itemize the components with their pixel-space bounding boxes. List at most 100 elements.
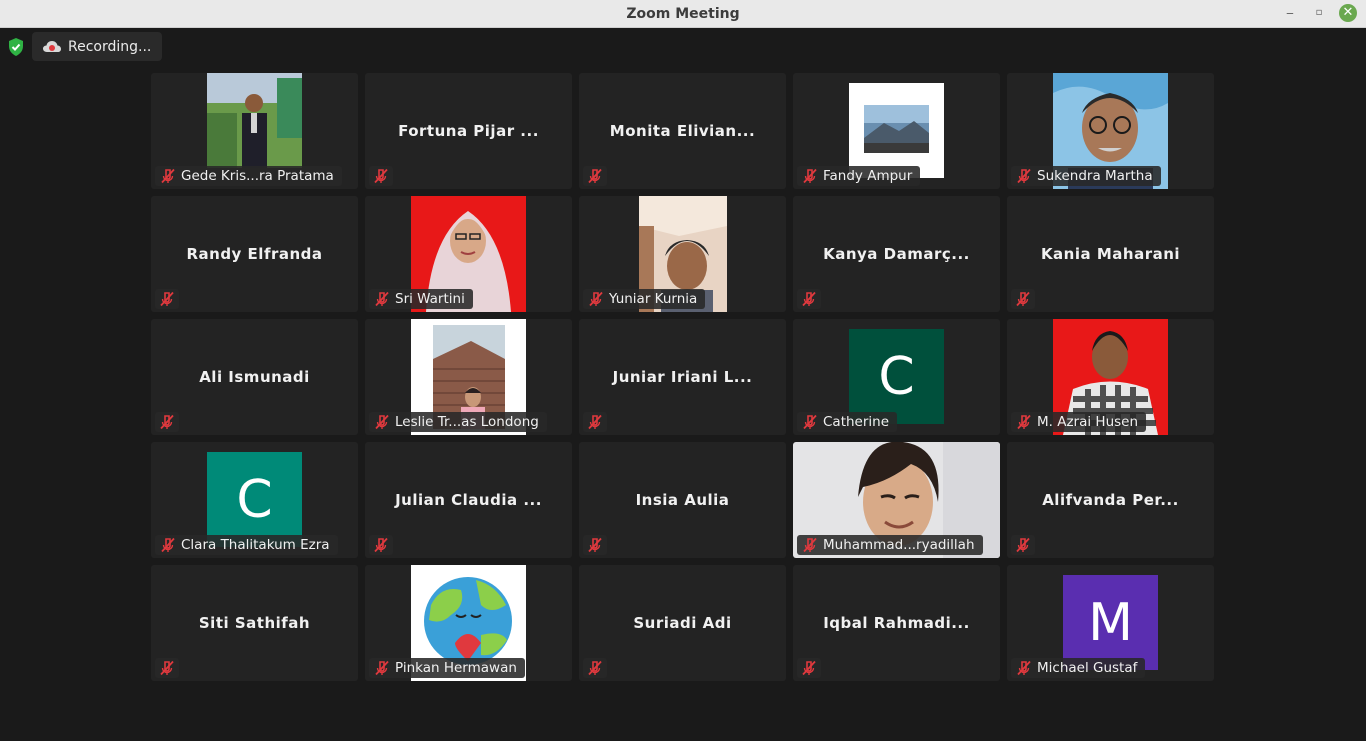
- participant-name: Yuniar Kurnia: [609, 291, 698, 307]
- muted-microphone-icon: [588, 414, 602, 430]
- participant-name: Sukendra Martha: [1037, 168, 1153, 184]
- muted-microphone-icon: [589, 291, 603, 307]
- muted-microphone-icon: [802, 291, 816, 307]
- participant-tile[interactable]: Muhammad...ryadillah: [793, 442, 1000, 558]
- participant-name-bar: Sri Wartini: [369, 289, 473, 309]
- participant-tile[interactable]: Ali Ismunadi: [151, 319, 358, 435]
- muted-microphone-icon: [1017, 660, 1031, 676]
- mute-status: [1011, 289, 1035, 309]
- participant-name-bar: Pinkan Hermawan: [369, 658, 525, 678]
- participant-name-bar: Michael Gustaf: [1011, 658, 1146, 678]
- participant-tile[interactable]: Alifvanda Per...: [1007, 442, 1214, 558]
- security-shield-icon[interactable]: [6, 37, 26, 57]
- muted-microphone-icon: [803, 168, 817, 184]
- participant-name: Kanya Damarç...: [823, 245, 970, 263]
- title-bar: Zoom Meeting ‒ ▫ ✕: [0, 0, 1366, 28]
- muted-microphone-icon: [375, 291, 389, 307]
- muted-microphone-icon: [375, 660, 389, 676]
- participant-name: Michael Gustaf: [1037, 660, 1138, 676]
- participant-name-bar: Muhammad...ryadillah: [797, 535, 983, 555]
- participant-tile[interactable]: Kanya Damarç...: [793, 196, 1000, 312]
- participant-tile[interactable]: Sukendra Martha: [1007, 73, 1214, 189]
- participant-tile[interactable]: Siti Sathifah: [151, 565, 358, 681]
- close-button[interactable]: ✕: [1339, 4, 1357, 22]
- participant-name: Randy Elfranda: [186, 245, 323, 263]
- mute-status: [155, 412, 179, 432]
- participant-name: Muhammad...ryadillah: [823, 537, 975, 553]
- muted-microphone-icon: [160, 414, 174, 430]
- participant-tile[interactable]: Pinkan Hermawan: [365, 565, 572, 681]
- participant-tile[interactable]: Monita Elivian...: [579, 73, 786, 189]
- mute-status: [155, 658, 179, 678]
- participant-tile[interactable]: Sri Wartini: [365, 196, 572, 312]
- participant-tile[interactable]: Randy Elfranda: [151, 196, 358, 312]
- muted-microphone-icon: [1016, 291, 1030, 307]
- participant-tile[interactable]: Fortuna Pijar ...: [365, 73, 572, 189]
- participant-name: Catherine: [823, 414, 890, 430]
- participant-name-bar: Leslie Tr...as Londong: [369, 412, 547, 432]
- avatar: C: [207, 452, 302, 547]
- participant-name-bar: Yuniar Kurnia: [583, 289, 706, 309]
- participant-name: Julian Claudia ...: [395, 491, 542, 509]
- participant-name-bar: Fandy Ampur: [797, 166, 921, 186]
- participant-tile[interactable]: Insia Aulia: [579, 442, 786, 558]
- recording-indicator[interactable]: Recording...: [32, 32, 162, 61]
- participant-name-bar: Gede Kris...ra Pratama: [155, 166, 342, 186]
- participant-name: Clara Thalitakum Ezra: [181, 537, 330, 553]
- muted-microphone-icon: [1016, 537, 1030, 553]
- muted-microphone-icon: [374, 537, 388, 553]
- muted-microphone-icon: [161, 537, 175, 553]
- avatar: M: [1063, 575, 1158, 670]
- participant-name: Fortuna Pijar ...: [398, 122, 539, 140]
- participant-tile[interactable]: Suriadi Adi: [579, 565, 786, 681]
- participant-tile[interactable]: M Michael Gustaf: [1007, 565, 1214, 681]
- participant-name: Insia Aulia: [635, 491, 730, 509]
- participant-name: Monita Elivian...: [609, 122, 756, 140]
- participant-name-bar: Sukendra Martha: [1011, 166, 1161, 186]
- muted-microphone-icon: [1017, 414, 1031, 430]
- muted-microphone-icon: [374, 168, 388, 184]
- participant-tile[interactable]: Yuniar Kurnia: [579, 196, 786, 312]
- participant-tile[interactable]: C Clara Thalitakum Ezra: [151, 442, 358, 558]
- participant-name: Juniar Iriani L...: [612, 368, 753, 386]
- muted-microphone-icon: [588, 537, 602, 553]
- participant-video: [207, 73, 302, 168]
- cloud-recording-icon: [43, 40, 61, 52]
- participant-name-bar: M. Azrai Husen: [1011, 412, 1147, 432]
- muted-microphone-icon: [160, 660, 174, 676]
- participant-tile[interactable]: C Catherine: [793, 319, 1000, 435]
- muted-microphone-icon: [375, 414, 389, 430]
- participant-name: Iqbal Rahmadi...: [823, 614, 970, 632]
- muted-microphone-icon: [161, 168, 175, 184]
- muted-microphone-icon: [803, 537, 817, 553]
- mute-status: [369, 535, 393, 555]
- minimize-button[interactable]: ‒: [1281, 4, 1299, 22]
- participant-tile[interactable]: Iqbal Rahmadi...: [793, 565, 1000, 681]
- participant-name-bar: Catherine: [797, 412, 898, 432]
- mute-status: [583, 412, 607, 432]
- recording-label: Recording...: [68, 38, 152, 55]
- participant-name: Sri Wartini: [395, 291, 465, 307]
- mute-status: [797, 289, 821, 309]
- participant-name: Gede Kris...ra Pratama: [181, 168, 334, 184]
- mute-status: [583, 535, 607, 555]
- maximize-button[interactable]: ▫: [1310, 4, 1328, 22]
- participant-name: Ali Ismunadi: [199, 368, 310, 386]
- participant-tile[interactable]: M. Azrai Husen: [1007, 319, 1214, 435]
- mute-status: [369, 166, 393, 186]
- muted-microphone-icon: [802, 660, 816, 676]
- avatar: C: [849, 329, 944, 424]
- participant-tile[interactable]: Fandy Ampur: [793, 73, 1000, 189]
- muted-microphone-icon: [588, 168, 602, 184]
- participant-tile[interactable]: Juniar Iriani L...: [579, 319, 786, 435]
- participant-tile[interactable]: Kania Maharani: [1007, 196, 1214, 312]
- participant-tile[interactable]: Julian Claudia ...: [365, 442, 572, 558]
- mute-status: [583, 658, 607, 678]
- participant-tile[interactable]: Leslie Tr...as Londong: [365, 319, 572, 435]
- participant-name: Siti Sathifah: [198, 614, 311, 632]
- mute-status: [797, 658, 821, 678]
- window-title: Zoom Meeting: [626, 6, 740, 22]
- participant-tile[interactable]: Gede Kris...ra Pratama: [151, 73, 358, 189]
- participant-name: M. Azrai Husen: [1037, 414, 1139, 430]
- participant-name: Fandy Ampur: [823, 168, 913, 184]
